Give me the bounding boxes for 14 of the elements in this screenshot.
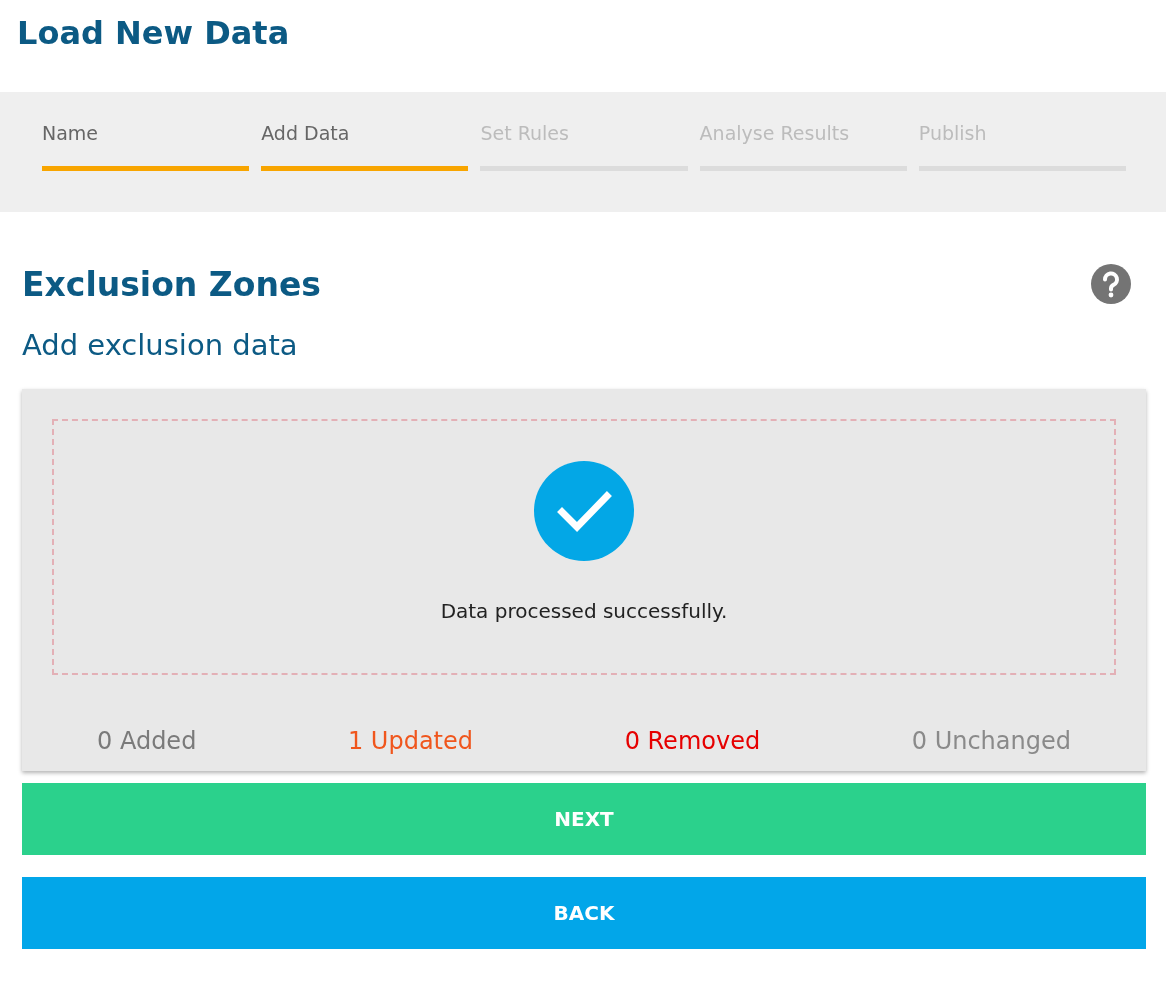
help-icon[interactable] [1091,264,1131,304]
next-button[interactable]: NEXT [22,783,1146,855]
step-tab[interactable]: Add Data [261,122,469,171]
section-subtitle: Add exclusion data [21,327,299,364]
back-button[interactable]: BACK [22,877,1146,949]
change-count: 0 Removed [624,727,761,755]
change-count: 0 Unchanged [911,727,1071,755]
page-title: Load New Data [16,13,291,54]
step-tab[interactable]: Name [42,122,250,171]
change-count: 0 Added [97,727,197,755]
drop-zone[interactable]: Data processed successfully. [52,419,1116,675]
status-message: Data processed successfully. [440,599,728,623]
change-count: 1 Updated [347,727,474,755]
section-title: Exclusion Zones [22,264,321,304]
